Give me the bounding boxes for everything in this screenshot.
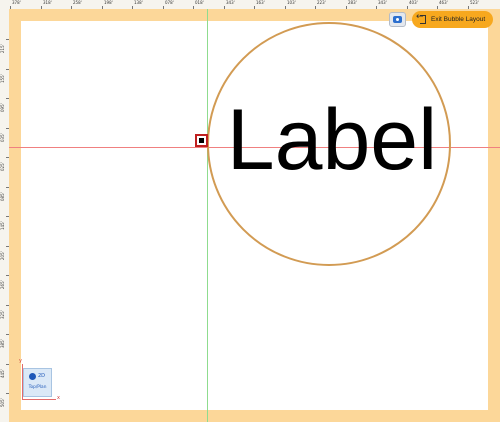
view-mode-widget[interactable]: 2D Top/Plan xyxy=(23,368,52,397)
left-ruler-tick-label: 145' xyxy=(0,221,5,230)
vertical-guide-line[interactable] xyxy=(207,9,208,422)
bubble-label-text[interactable]: Label xyxy=(212,90,452,190)
left-ruler-tick-label: 385' xyxy=(0,339,5,348)
left-ruler-tick-label: 265' xyxy=(0,280,5,289)
top-ruler-tick-label: 403' xyxy=(409,0,418,5)
top-ruler-tick-label: 163' xyxy=(256,0,265,5)
top-ruler-tick-label: 343' xyxy=(226,0,235,5)
view-plane-label: Top/Plan xyxy=(28,385,47,390)
visibility-toggle-button[interactable] xyxy=(389,12,406,27)
globe-icon xyxy=(29,373,36,380)
top-ruler-tick-label: 378' xyxy=(12,0,21,5)
left-ruler-tick-label: 445' xyxy=(0,369,5,378)
left-ruler-tick-label: 035' xyxy=(0,133,5,142)
left-ruler-tick-label: 325' xyxy=(0,310,5,319)
x-axis-label: x xyxy=(57,395,60,401)
top-ruler-tick-label: 463' xyxy=(439,0,448,5)
exit-button-label: Exit Bubble Layout xyxy=(431,16,486,23)
left-ruler-tick-label: 095' xyxy=(0,103,5,112)
top-ruler-tick-label: 103' xyxy=(287,0,296,5)
left-ruler-tick-label: 215' xyxy=(0,44,5,53)
top-ruler-tick-label: 078' xyxy=(165,0,174,5)
anchor-handle[interactable] xyxy=(195,134,208,147)
top-ruler-tick-label: 223' xyxy=(317,0,326,5)
top-ruler-tick-label: 138' xyxy=(134,0,143,5)
x-axis-indicator xyxy=(22,399,56,400)
eye-icon xyxy=(393,16,402,23)
top-ruler-tick-label: 343' xyxy=(378,0,387,5)
left-ruler-tick-label: 505' xyxy=(0,398,5,407)
top-ruler-tick-label: 523' xyxy=(470,0,479,5)
top-ruler-tick-label: 283' xyxy=(348,0,357,5)
top-ruler-tick-label: 198' xyxy=(104,0,113,5)
anchor-dot xyxy=(199,138,204,143)
left-ruler-tick-label: 025' xyxy=(0,162,5,171)
exit-arrow-icon xyxy=(416,12,427,24)
top-ruler-tick-label: 318' xyxy=(43,0,52,5)
exit-bubble-layout-button[interactable]: Exit Bubble Layout xyxy=(412,11,493,28)
view-mode-label: 2D xyxy=(38,373,46,379)
top-ruler-tick-label: 258' xyxy=(73,0,82,5)
top-ruler-tick-label: 018' xyxy=(195,0,204,5)
y-axis-indicator xyxy=(22,364,23,400)
y-axis-label: y xyxy=(19,358,22,364)
left-ruler-tick-label: 155' xyxy=(0,74,5,83)
left-ruler-tick-label: 205' xyxy=(0,251,5,260)
left-ruler-tick-label: 085' xyxy=(0,192,5,201)
